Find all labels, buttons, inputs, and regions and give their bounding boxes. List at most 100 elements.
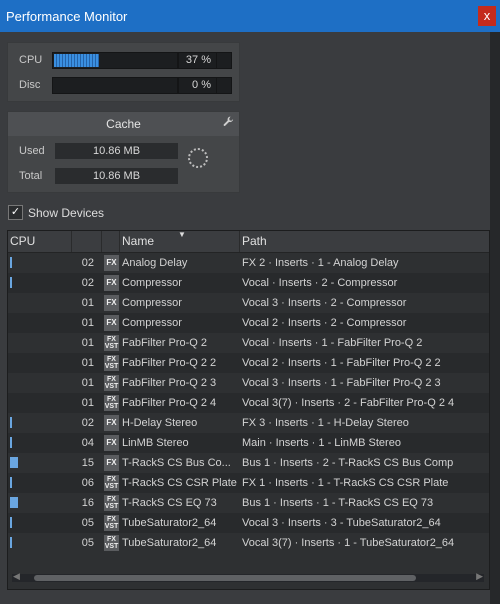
- cpu-peak-indicator[interactable]: [216, 52, 232, 69]
- table-row[interactable]: 01 FX VST FabFilter Pro-Q 2 3 Vocal 3 · Inse…: [8, 373, 489, 393]
- instance-count: 02: [81, 417, 94, 429]
- instance-count: 01: [81, 357, 94, 369]
- meters-panel: CPU 37 % Disc 0 %: [7, 42, 240, 102]
- column-header-count[interactable]: [72, 231, 102, 252]
- column-header-cpu[interactable]: CPU: [8, 231, 72, 252]
- instance-count: 02: [81, 257, 94, 269]
- cache-header: Cache: [8, 112, 239, 136]
- scroll-left-icon[interactable]: ◀: [13, 571, 20, 582]
- fx-vst-icon: FX VST: [104, 335, 119, 351]
- cpu-load-bar: [10, 477, 12, 488]
- disc-meter-value: 0 %: [178, 77, 218, 94]
- cache-total-value: 10.86 MB: [55, 168, 178, 184]
- sort-desc-icon: ▼: [178, 230, 186, 239]
- show-devices-checkbox[interactable]: ✓: [8, 205, 23, 220]
- table-row[interactable]: 02 FX Compressor Vocal · Inserts · 2 - Comp…: [8, 273, 489, 293]
- fx-vst-icon: FX VST: [104, 515, 119, 531]
- cpu-load-bar: [10, 257, 12, 268]
- table-row[interactable]: 01 FX VST FabFilter Pro-Q 2 4 Vocal 3(7) · I…: [8, 393, 489, 413]
- instance-count: 16: [81, 497, 94, 509]
- cpu-load-bar: [10, 457, 18, 468]
- plugin-path: Vocal 3(7) · Inserts · 1 - TubeSaturator…: [242, 537, 455, 549]
- wrench-icon[interactable]: [223, 112, 234, 136]
- column-header-type[interactable]: [102, 231, 120, 252]
- plugin-path: Vocal 3 · Inserts · 1 - FabFilter Pro-Q …: [242, 377, 441, 389]
- table-row[interactable]: 01 FX Compressor Vocal 2 · Inserts · 2 - Co…: [8, 313, 489, 333]
- table-row[interactable]: 01 FX Compressor Vocal 3 · Inserts · 2 - Co…: [8, 293, 489, 313]
- cache-title: Cache: [106, 117, 141, 131]
- instance-count: 01: [81, 317, 94, 329]
- plugin-path: Vocal 3 · Inserts · 2 - Compressor: [242, 297, 407, 309]
- fx-icon: FX: [104, 315, 119, 331]
- table-row[interactable]: 04 FX LinMB Stereo Main · Inserts · 1 - Lin…: [8, 433, 489, 453]
- plugin-name: LinMB Stereo: [122, 437, 189, 449]
- plugin-path: Bus 1 · Inserts · 1 - T-RackS CS EQ 73: [242, 497, 434, 509]
- plugin-path: Vocal · Inserts · 1 - FabFilter Pro-Q 2: [242, 337, 423, 349]
- cpu-load-bar: [10, 517, 12, 528]
- fx-icon: FX: [104, 295, 119, 311]
- fx-vst-icon: FX VST: [104, 395, 119, 411]
- plugin-path: FX 3 · Inserts · 1 - H-Delay Stereo: [242, 417, 409, 429]
- checkmark-icon: ✓: [10, 206, 21, 218]
- window-title: Performance Monitor: [6, 9, 128, 24]
- plugin-name: TubeSaturator2_64: [122, 537, 217, 549]
- scrollbar-thumb[interactable]: [34, 575, 416, 581]
- instance-count: 01: [81, 297, 94, 309]
- cache-total-label: Total: [19, 170, 43, 182]
- cpu-load-bar: [10, 537, 12, 548]
- devices-table: CPU Name ▼ Path 02 FX Analog Delay FX 2 · I…: [7, 230, 490, 590]
- table-row[interactable]: 02 FX H-Delay Stereo FX 3 · Inserts · 1 - H…: [8, 413, 489, 433]
- cpu-meter-value: 37 %: [178, 52, 218, 69]
- cpu-meter-fill: [54, 54, 99, 67]
- cpu-meter-label: CPU: [19, 54, 43, 66]
- fx-vst-icon: FX VST: [104, 495, 119, 511]
- fx-icon: FX: [104, 275, 119, 291]
- plugin-name: T-RackS CS CSR Plate: [122, 477, 237, 489]
- show-devices-label[interactable]: Show Devices: [28, 206, 104, 220]
- instance-count: 01: [81, 337, 94, 349]
- table-row[interactable]: 01 FX VST FabFilter Pro-Q 2 2 Vocal 2 · Inse…: [8, 353, 489, 373]
- fx-vst-icon: FX VST: [104, 375, 119, 391]
- cpu-load-bar: [10, 417, 12, 428]
- instance-count: 01: [81, 397, 94, 409]
- disc-meter: [52, 77, 178, 94]
- close-icon: x: [483, 8, 491, 23]
- plugin-path: Vocal 2 · Inserts · 2 - Compressor: [242, 317, 407, 329]
- cpu-load-bar: [10, 277, 12, 288]
- plugin-name: Compressor: [122, 277, 182, 289]
- instance-count: 02: [81, 277, 94, 289]
- instance-count: 05: [81, 537, 94, 549]
- plugin-path: FX 2 · Inserts · 1 - Analog Delay: [242, 257, 399, 269]
- table-row[interactable]: 01 FX VST FabFilter Pro-Q 2 Vocal · Inserts …: [8, 333, 489, 353]
- cache-used-value: 10.86 MB: [55, 143, 178, 159]
- plugin-path: FX 1 · Inserts · 1 - T-RackS CS CSR Plat…: [242, 477, 449, 489]
- cpu-load-bar: [10, 497, 18, 508]
- performance-monitor-window: Performance Monitor x CPU 37 % Disc 0 % …: [0, 0, 500, 604]
- plugin-name: H-Delay Stereo: [122, 417, 198, 429]
- plugin-path: Vocal 2 · Inserts · 1 - FabFilter Pro-Q …: [242, 357, 441, 369]
- column-header-path[interactable]: Path: [240, 231, 489, 252]
- fx-icon: FX: [104, 455, 119, 471]
- plugin-path: Vocal · Inserts · 2 - Compressor: [242, 277, 398, 289]
- table-row[interactable]: 05 FX VST TubeSaturator2_64 Vocal 3(7) · Ins…: [8, 533, 489, 553]
- plugin-name: TubeSaturator2_64: [122, 517, 217, 529]
- plugin-name: FabFilter Pro-Q 2 3: [122, 377, 217, 389]
- cpu-meter: [52, 52, 178, 69]
- table-row[interactable]: 15 FX T-RackS CS Bus Co... Bus 1 · Inserts …: [8, 453, 489, 473]
- instance-count: 15: [81, 457, 94, 469]
- plugin-name: Compressor: [122, 317, 182, 329]
- table-row[interactable]: 16 FX VST T-RackS CS EQ 73 Bus 1 · Inserts ·…: [8, 493, 489, 513]
- title-bar[interactable]: Performance Monitor x: [0, 0, 500, 32]
- table-row[interactable]: 06 FX VST T-RackS CS CSR Plate FX 1 · Insert…: [8, 473, 489, 493]
- table-row[interactable]: 05 FX VST TubeSaturator2_64 Vocal 3 · Insert…: [8, 513, 489, 533]
- scroll-right-icon[interactable]: ▶: [476, 571, 483, 582]
- table-row[interactable]: 02 FX Analog Delay FX 2 · Inserts · 1 - Ana…: [8, 253, 489, 273]
- plugin-name: FabFilter Pro-Q 2: [122, 337, 207, 349]
- fx-vst-icon: FX VST: [104, 355, 119, 371]
- close-button[interactable]: x: [478, 6, 496, 26]
- plugin-path: Main · Inserts · 1 - LinMB Stereo: [242, 437, 401, 449]
- horizontal-scrollbar[interactable]: ◀ ▶: [12, 571, 484, 582]
- table-header: CPU Name ▼ Path: [8, 231, 489, 253]
- disc-meter-label: Disc: [19, 79, 41, 91]
- disc-peak-indicator[interactable]: [216, 77, 232, 94]
